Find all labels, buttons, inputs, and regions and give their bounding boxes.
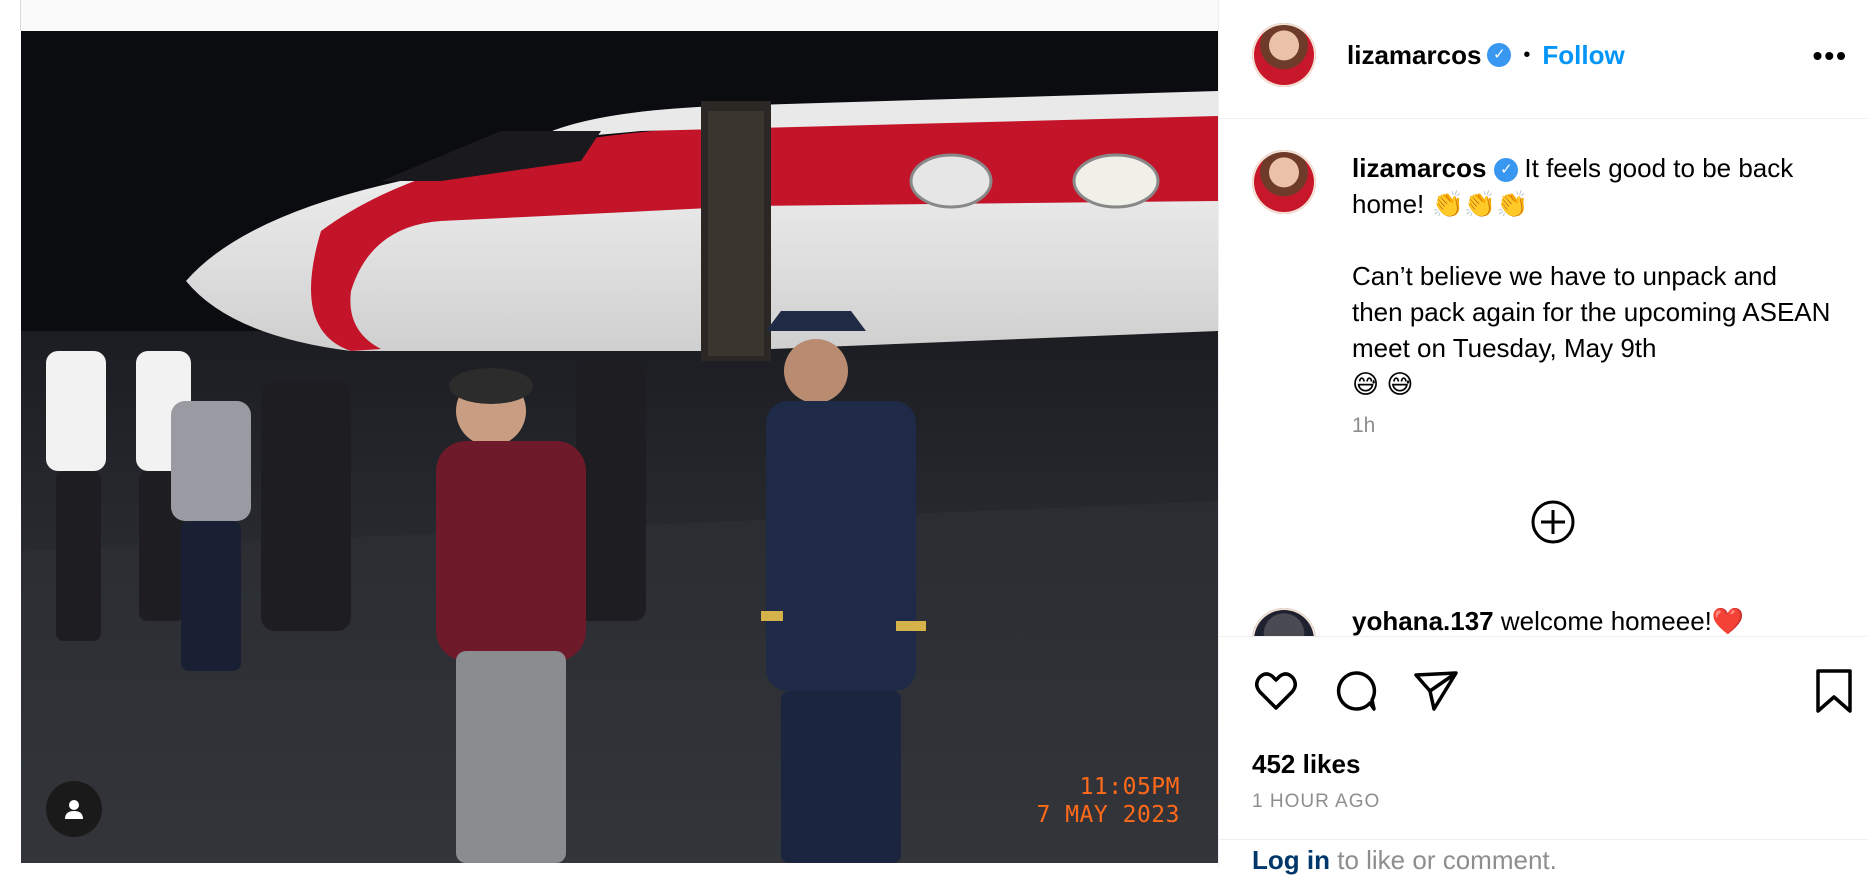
- post-actions: 452 likes 1 HOUR AGO Log in to like or c…: [1219, 636, 1867, 875]
- login-prompt-text: to like or comment.: [1337, 845, 1557, 875]
- more-options-icon[interactable]: •••: [1813, 40, 1848, 72]
- commenter-avatar[interactable]: [1252, 608, 1316, 636]
- like-heart-icon[interactable]: [1252, 667, 1300, 715]
- post-header: lizamarcos ✓ • Follow •••: [1219, 0, 1867, 119]
- photo-timestamp-date: 7 MAY 2023: [1036, 802, 1180, 828]
- caption-time: 1h: [1352, 414, 1376, 437]
- comment-text: welcome homeee!❤️: [1500, 606, 1745, 636]
- verified-icon: ✓: [1494, 158, 1519, 183]
- login-link[interactable]: Log in: [1252, 845, 1330, 875]
- caption-emoji: 😅 😅: [1352, 369, 1414, 399]
- comment-bubble-icon[interactable]: [1332, 667, 1380, 715]
- comments-section[interactable]: lizamarcos ✓ It feels good to be back home…: [1219, 118, 1867, 636]
- caption-line2: Can’t believe we have to unpack and then…: [1352, 261, 1831, 363]
- post-side-panel: lizamarcos ✓ • Follow ••• lizamarcos ✓ It …: [1218, 0, 1867, 875]
- author-username[interactable]: lizamarcos: [1347, 40, 1481, 71]
- photo-timestamp: 11:05PM 7 MAY 2023: [1037, 773, 1180, 829]
- caption-avatar[interactable]: [1252, 150, 1316, 214]
- separator-dot: •: [1523, 43, 1531, 66]
- photo-top-bar: [20, 0, 1219, 31]
- add-circle-icon: [1531, 500, 1575, 544]
- login-prompt: Log in to like or comment.: [1252, 845, 1557, 876]
- tagged-users-button[interactable]: [46, 781, 102, 837]
- photo-timestamp-time: 11:05PM: [1079, 774, 1180, 800]
- share-send-icon[interactable]: [1412, 667, 1460, 715]
- save-bookmark-icon[interactable]: [1812, 667, 1856, 715]
- person-icon: [65, 800, 83, 819]
- verified-icon: ✓: [1487, 43, 1512, 67]
- photo-scene: [21, 31, 1218, 863]
- commenter-username[interactable]: yohana.137: [1352, 606, 1494, 636]
- post-age[interactable]: 1 HOUR AGO: [1252, 791, 1380, 813]
- left-margin: [0, 0, 20, 867]
- comment-item: yohana.137 welcome homeee!❤️: [1352, 606, 1744, 636]
- likes-count[interactable]: 452 likes: [1252, 749, 1360, 780]
- follow-button[interactable]: Follow: [1542, 40, 1624, 71]
- post-photo[interactable]: 11:05PM 7 MAY 2023: [21, 31, 1218, 863]
- post-caption: lizamarcos ✓ It feels good to be back home…: [1352, 150, 1832, 402]
- load-more-comments-button[interactable]: [1529, 498, 1577, 551]
- author-avatar[interactable]: [1252, 23, 1316, 87]
- caption-username[interactable]: lizamarcos: [1352, 153, 1486, 183]
- author-info: lizamarcos ✓ • Follow: [1347, 38, 1625, 72]
